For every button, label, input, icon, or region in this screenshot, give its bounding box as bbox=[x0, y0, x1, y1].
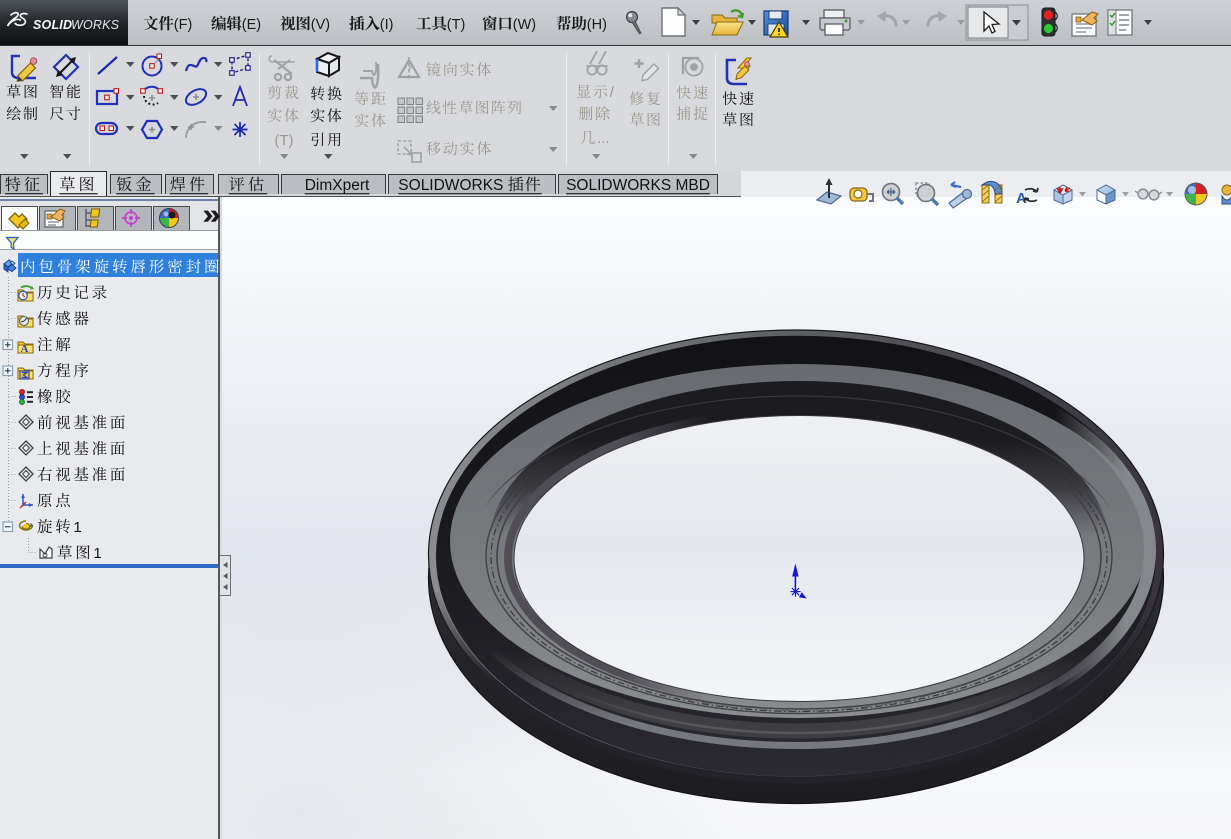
svg-text:1: 1 bbox=[93, 545, 101, 562]
svg-text:(V): (V) bbox=[311, 17, 330, 33]
svg-text:(F): (F) bbox=[174, 17, 193, 33]
svg-text:/: / bbox=[610, 84, 615, 101]
svg-text:(E): (E) bbox=[242, 17, 261, 33]
svg-text:1: 1 bbox=[73, 519, 81, 536]
svg-text:(T): (T) bbox=[447, 17, 466, 33]
svg-text:(W): (W) bbox=[513, 17, 536, 33]
svg-text:...: ... bbox=[597, 130, 610, 147]
svg-text:(T): (T) bbox=[274, 132, 293, 149]
svg-text:(H): (H) bbox=[587, 17, 607, 33]
svg-text:SOLIDWORKS MBD: SOLIDWORKS MBD bbox=[566, 177, 710, 194]
svg-text:DimXpert: DimXpert bbox=[305, 177, 370, 194]
svg-text:SOLIDWORKS: SOLIDWORKS bbox=[398, 177, 503, 194]
svg-text:(I): (I) bbox=[380, 17, 394, 33]
